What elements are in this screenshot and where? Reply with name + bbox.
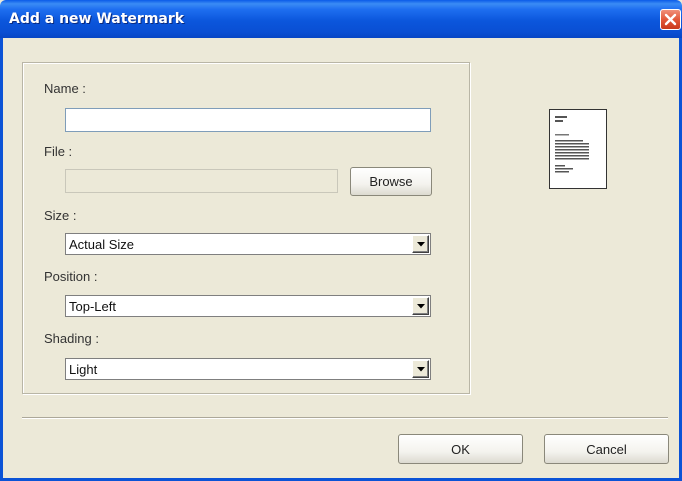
file-label: File :	[44, 144, 73, 159]
name-label: Name :	[44, 81, 86, 96]
chevron-down-icon	[417, 242, 425, 247]
chevron-down-icon	[417, 304, 425, 309]
size-select[interactable]: Actual Size	[65, 233, 431, 255]
ok-button[interactable]: OK	[398, 434, 523, 464]
title-bar[interactable]: Add a new Watermark	[0, 0, 682, 38]
footer-separator	[22, 417, 668, 419]
shading-select[interactable]: Light	[65, 358, 431, 380]
window-frame-left	[0, 38, 3, 481]
close-icon	[664, 13, 677, 26]
file-path-input	[66, 170, 337, 192]
file-path-field	[65, 169, 338, 193]
position-dropdown-button[interactable]	[412, 297, 429, 315]
chevron-down-icon	[417, 367, 425, 372]
dialog-title: Add a new Watermark	[9, 11, 185, 27]
position-label: Position :	[44, 269, 98, 284]
browse-button[interactable]: Browse	[350, 167, 432, 196]
shading-selected-value: Light	[69, 362, 98, 377]
shading-dropdown-button[interactable]	[412, 360, 429, 378]
shading-label: Shading :	[44, 331, 99, 346]
watermark-preview	[549, 109, 607, 189]
watermark-dialog: Add a new Watermark Name : File : Browse…	[0, 0, 682, 481]
name-field[interactable]	[65, 108, 431, 132]
position-selected-value: Top-Left	[69, 299, 116, 314]
document-preview-icon	[555, 116, 589, 173]
size-label: Size :	[44, 208, 77, 223]
position-select[interactable]: Top-Left	[65, 295, 431, 317]
close-button[interactable]	[660, 9, 681, 30]
size-dropdown-button[interactable]	[412, 235, 429, 253]
name-input[interactable]	[66, 109, 430, 131]
cancel-button[interactable]: Cancel	[544, 434, 669, 464]
size-selected-value: Actual Size	[69, 237, 135, 252]
